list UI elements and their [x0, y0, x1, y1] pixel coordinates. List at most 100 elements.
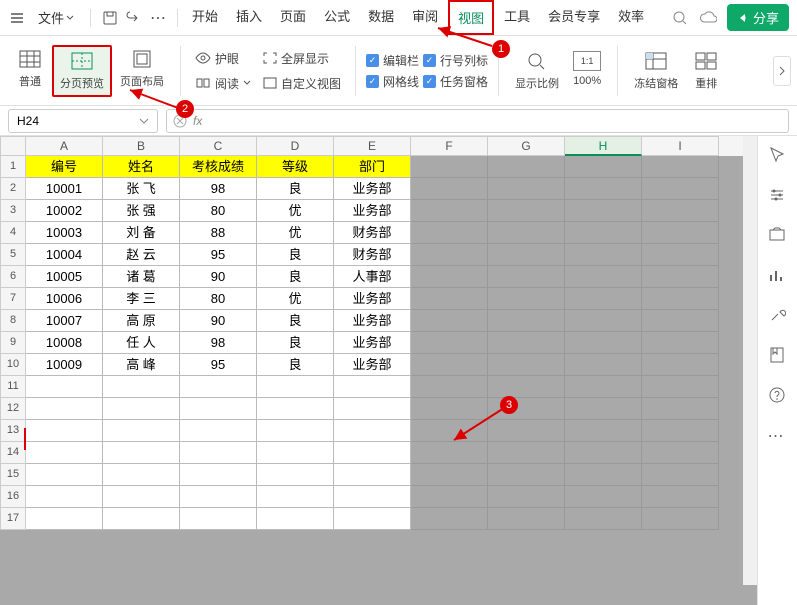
- row-header-1[interactable]: 1: [0, 156, 26, 178]
- cell-D3[interactable]: 优: [257, 200, 334, 222]
- row-header-16[interactable]: 16: [0, 486, 26, 508]
- cell-B1[interactable]: 姓名: [103, 156, 180, 178]
- cell-E13[interactable]: [334, 420, 411, 442]
- cell-E1[interactable]: 部门: [334, 156, 411, 178]
- cell-C13[interactable]: [180, 420, 257, 442]
- cell-D15[interactable]: [257, 464, 334, 486]
- cloud-icon[interactable]: [699, 9, 717, 27]
- cell-F15[interactable]: [411, 464, 488, 486]
- settings-icon[interactable]: [768, 186, 788, 206]
- cell-B4[interactable]: 刘 备: [103, 222, 180, 244]
- tab-formula[interactable]: 公式: [316, 0, 358, 35]
- cell-F8[interactable]: [411, 310, 488, 332]
- undo-icon[interactable]: [125, 9, 143, 27]
- cell-I13[interactable]: [642, 420, 719, 442]
- cell-C8[interactable]: 90: [180, 310, 257, 332]
- cell-E4[interactable]: 财务部: [334, 222, 411, 244]
- more-icon[interactable]: ⋯: [149, 9, 167, 27]
- col-header-H[interactable]: H: [565, 136, 642, 156]
- cell-H13[interactable]: [565, 420, 642, 442]
- cell-H8[interactable]: [565, 310, 642, 332]
- chart-icon[interactable]: [768, 266, 788, 286]
- task-pane-checkbox[interactable]: ✓任务窗格: [423, 73, 488, 90]
- col-header-C[interactable]: C: [180, 136, 257, 156]
- cell-H5[interactable]: [565, 244, 642, 266]
- cell-G2[interactable]: [488, 178, 565, 200]
- eye-protect-button[interactable]: 护眼: [191, 48, 255, 69]
- cell-C11[interactable]: [180, 376, 257, 398]
- cell-C14[interactable]: [180, 442, 257, 464]
- cell-H17[interactable]: [565, 508, 642, 530]
- fullscreen-button[interactable]: 全屏显示: [259, 48, 345, 69]
- tab-start[interactable]: 开始: [184, 0, 226, 35]
- cell-E11[interactable]: [334, 376, 411, 398]
- cell-C12[interactable]: [180, 398, 257, 420]
- cell-A6[interactable]: 10005: [26, 266, 103, 288]
- row-header-14[interactable]: 14: [0, 442, 26, 464]
- cell-D9[interactable]: 良: [257, 332, 334, 354]
- file-menu[interactable]: 文件: [32, 4, 80, 31]
- cell-B5[interactable]: 赵 云: [103, 244, 180, 266]
- cell-I1[interactable]: [642, 156, 719, 178]
- cell-F3[interactable]: [411, 200, 488, 222]
- cell-E6[interactable]: 人事部: [334, 266, 411, 288]
- cell-C10[interactable]: 95: [180, 354, 257, 376]
- cell-A12[interactable]: [26, 398, 103, 420]
- row-header-5[interactable]: 5: [0, 244, 26, 266]
- page-break-button[interactable]: 分页预览: [52, 45, 112, 97]
- cell-F16[interactable]: [411, 486, 488, 508]
- zoom-100-button[interactable]: 1:1 100%: [567, 47, 607, 91]
- cell-A4[interactable]: 10003: [26, 222, 103, 244]
- cell-F1[interactable]: [411, 156, 488, 178]
- cell-I15[interactable]: [642, 464, 719, 486]
- cell-F6[interactable]: [411, 266, 488, 288]
- freeze-panes-button[interactable]: 冻结窗格: [628, 47, 684, 95]
- cell-H12[interactable]: [565, 398, 642, 420]
- tab-member[interactable]: 会员专享: [540, 0, 608, 35]
- cell-H7[interactable]: [565, 288, 642, 310]
- cell-D14[interactable]: [257, 442, 334, 464]
- row-header-15[interactable]: 15: [0, 464, 26, 486]
- cell-G11[interactable]: [488, 376, 565, 398]
- cell-D11[interactable]: [257, 376, 334, 398]
- zoom-button[interactable]: 显示比例: [509, 47, 565, 95]
- cell-C7[interactable]: 80: [180, 288, 257, 310]
- row-header-2[interactable]: 2: [0, 178, 26, 200]
- cell-G15[interactable]: [488, 464, 565, 486]
- cell-E9[interactable]: 业务部: [334, 332, 411, 354]
- cell-B17[interactable]: [103, 508, 180, 530]
- tab-efficiency[interactable]: 效率: [610, 0, 652, 35]
- cell-D7[interactable]: 优: [257, 288, 334, 310]
- cell-H6[interactable]: [565, 266, 642, 288]
- reading-button[interactable]: 阅读: [191, 73, 255, 94]
- col-header-A[interactable]: A: [26, 136, 103, 156]
- cell-B15[interactable]: [103, 464, 180, 486]
- cell-C4[interactable]: 88: [180, 222, 257, 244]
- cell-H2[interactable]: [565, 178, 642, 200]
- grid[interactable]: ABCDEFGHI 第 1 页第 1 页 第 2 页 1编号姓名考核成绩等级部门…: [0, 136, 757, 605]
- row-header-13[interactable]: 13: [0, 420, 26, 442]
- ribbon-expand-button[interactable]: [773, 56, 791, 86]
- cell-D17[interactable]: [257, 508, 334, 530]
- cell-B8[interactable]: 高 原: [103, 310, 180, 332]
- cell-A9[interactable]: 10008: [26, 332, 103, 354]
- cell-A10[interactable]: 10009: [26, 354, 103, 376]
- cell-I16[interactable]: [642, 486, 719, 508]
- col-header-D[interactable]: D: [257, 136, 334, 156]
- cell-B6[interactable]: 诸 葛: [103, 266, 180, 288]
- cell-F17[interactable]: [411, 508, 488, 530]
- cell-G13[interactable]: [488, 420, 565, 442]
- cell-F10[interactable]: [411, 354, 488, 376]
- col-header-I[interactable]: I: [642, 136, 719, 156]
- name-box[interactable]: H24: [8, 109, 158, 133]
- cell-B11[interactable]: [103, 376, 180, 398]
- formula-input[interactable]: fx: [166, 109, 789, 133]
- save-icon[interactable]: [101, 9, 119, 27]
- more-panel-icon[interactable]: ⋯: [768, 426, 788, 446]
- tab-view[interactable]: 视图: [448, 0, 494, 35]
- cell-G9[interactable]: [488, 332, 565, 354]
- cell-C15[interactable]: [180, 464, 257, 486]
- cell-H9[interactable]: [565, 332, 642, 354]
- cell-B3[interactable]: 张 强: [103, 200, 180, 222]
- cell-E10[interactable]: 业务部: [334, 354, 411, 376]
